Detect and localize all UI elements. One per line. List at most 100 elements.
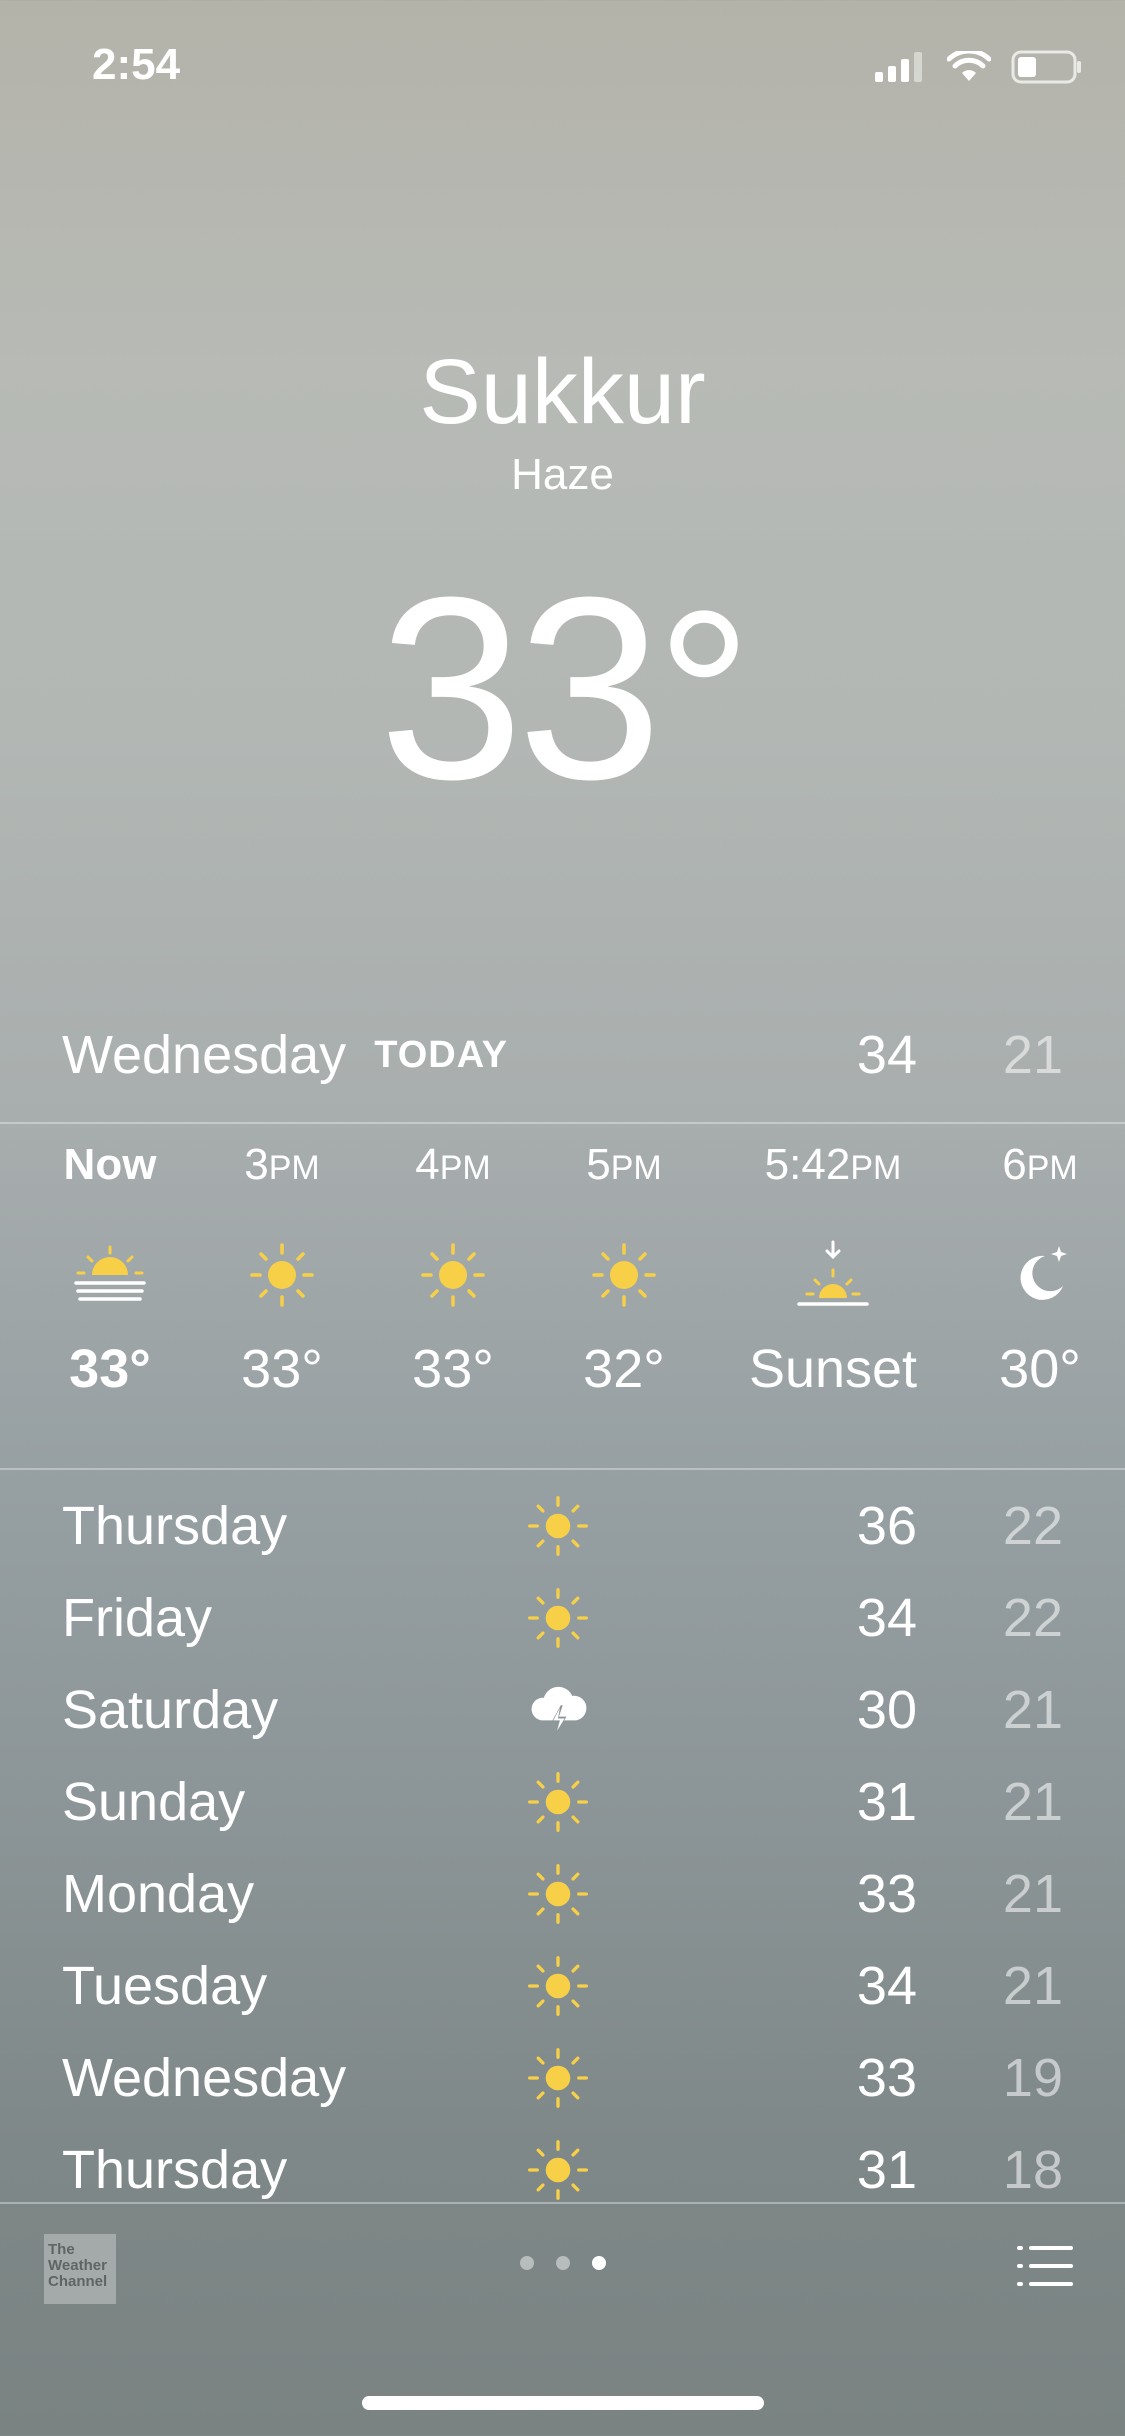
- hour-time-value: 3: [244, 1140, 269, 1189]
- hour-time-suffix: PM: [268, 1149, 320, 1187]
- hour-item: Now 33°: [15, 1140, 205, 1400]
- logo-line: Channel: [48, 2273, 108, 2290]
- day-name: Sunday: [62, 1772, 246, 1832]
- page-indicator[interactable]: [0, 2256, 1125, 2270]
- hour-item: 3PM 33°: [187, 1140, 377, 1400]
- sun-icon: [250, 1243, 314, 1307]
- sun-icon: [528, 1864, 588, 1924]
- hour-time-value: 5: [586, 1140, 611, 1189]
- daily-forecast[interactable]: Thursday 36 22 Friday 34 22 Saturday 30 …: [62, 1480, 1063, 2216]
- day-low: 19: [1002, 2048, 1063, 2108]
- hour-time-value: 4: [415, 1140, 440, 1189]
- hour-item: 4PM 33°: [358, 1140, 548, 1400]
- hour-time: 6PM: [945, 1140, 1125, 1200]
- day-low: 22: [1002, 1496, 1063, 1556]
- sun-icon: [528, 1588, 588, 1648]
- today-summary-row: Wednesday TODAY 34 21: [62, 1020, 1063, 1090]
- hour-time-value: 5:42: [764, 1140, 851, 1189]
- hour-item: 6PM 30°: [945, 1140, 1125, 1400]
- daily-row: Wednesday 33 19: [62, 2032, 1063, 2124]
- day-high: 31: [856, 2140, 917, 2200]
- hour-item: 5PM 32°: [529, 1140, 719, 1400]
- day-name: Saturday: [62, 1680, 279, 1740]
- hour-temp: 33°: [69, 1339, 151, 1399]
- haze-sun-icon: [74, 1245, 146, 1301]
- day-high: 34: [856, 1956, 917, 2016]
- today-high: 34: [856, 1025, 917, 1085]
- day-high: 31: [856, 1772, 917, 1832]
- hour-time-suffix: PM: [1026, 1149, 1078, 1187]
- day-high: 36: [856, 1496, 917, 1556]
- day-name: Thursday: [62, 1496, 288, 1556]
- sun-icon: [528, 1772, 588, 1832]
- daily-row: Tuesday 34 21: [62, 1940, 1063, 2032]
- current-temperature: 33°: [0, 540, 1125, 839]
- sun-icon: [592, 1243, 656, 1307]
- thunderstorm-icon: [531, 1686, 587, 1736]
- day-high: 34: [856, 1588, 917, 1648]
- hour-temp: 33°: [412, 1339, 494, 1399]
- day-low: 21: [1002, 1772, 1063, 1832]
- city-name: Sukkur: [419, 341, 706, 443]
- hour-time: Now: [15, 1140, 205, 1200]
- page-dot[interactable]: [519, 2256, 534, 2270]
- degree-symbol: °: [656, 561, 752, 829]
- home-indicator[interactable]: [362, 2396, 764, 2410]
- weather-condition: Haze: [511, 450, 614, 499]
- daily-row: Saturday 30 21: [62, 1664, 1063, 1756]
- divider: [0, 1122, 1125, 1124]
- page-dot[interactable]: [555, 2256, 570, 2270]
- divider: [0, 1468, 1125, 1470]
- today-label: TODAY: [374, 1033, 509, 1076]
- hour-time-value: 6: [1002, 1140, 1027, 1189]
- day-low: 21: [1002, 1956, 1063, 2016]
- day-low: 21: [1002, 1680, 1063, 1740]
- sun-icon: [528, 1496, 588, 1556]
- hour-time-suffix: PM: [439, 1149, 491, 1187]
- moon-icon: [1020, 1246, 1067, 1300]
- daily-row: Monday 33 21: [62, 1848, 1063, 1940]
- sun-icon: [528, 2048, 588, 2108]
- day-high: 30: [856, 1680, 917, 1740]
- hour-time: 5:42PM: [733, 1140, 933, 1200]
- battery-icon: [1011, 50, 1081, 84]
- day-name: Monday: [62, 1864, 255, 1924]
- day-name: Thursday: [62, 2140, 288, 2200]
- daily-row: Sunday 31 21: [62, 1756, 1063, 1848]
- page-dot-active[interactable]: [591, 2256, 606, 2270]
- day-low: 21: [1002, 1864, 1063, 1924]
- hour-time-value: Now: [63, 1140, 157, 1189]
- day-name: Tuesday: [62, 1956, 268, 2016]
- sunset-icon: [797, 1240, 869, 1306]
- day-high: 33: [856, 2048, 917, 2108]
- hour-time: 5PM: [529, 1140, 719, 1200]
- day-high: 33: [856, 1864, 917, 1924]
- list-icon[interactable]: [1017, 2244, 1073, 2288]
- hour-temp: 30°: [999, 1339, 1081, 1399]
- day-low: 22: [1002, 1588, 1063, 1648]
- day-name: Friday: [62, 1588, 213, 1648]
- cellular-signal-icon: [875, 52, 922, 82]
- day-low: 18: [1002, 2140, 1063, 2200]
- hour-time: 4PM: [358, 1140, 548, 1200]
- hour-time: 3PM: [187, 1140, 377, 1200]
- hour-item: 5:42PM Sunset: [733, 1140, 933, 1400]
- sun-icon: [528, 2140, 588, 2200]
- divider: [0, 2202, 1125, 2204]
- hour-time-suffix: PM: [610, 1149, 662, 1187]
- status-time: 2:54: [92, 40, 181, 89]
- hour-time-suffix: PM: [850, 1149, 902, 1187]
- hour-temp: 32°: [583, 1339, 665, 1399]
- daily-row: Friday 34 22: [62, 1572, 1063, 1664]
- status-icons: [875, 50, 1083, 84]
- hourly-forecast[interactable]: Now 33° 3PM 33° 4PM 33° 5PM 32° 5:42PM S…: [0, 1140, 1125, 1440]
- day-name: Wednesday: [62, 2048, 347, 2108]
- today-day-name: Wednesday: [62, 1025, 347, 1085]
- daily-row: Thursday 36 22: [62, 1480, 1063, 1572]
- sun-icon: [421, 1243, 485, 1307]
- hour-temp: Sunset: [748, 1339, 918, 1399]
- hour-temp: 33°: [241, 1339, 323, 1399]
- sun-icon: [528, 1956, 588, 2016]
- wifi-icon: [947, 51, 991, 81]
- current-temperature-value: 33: [378, 544, 662, 834]
